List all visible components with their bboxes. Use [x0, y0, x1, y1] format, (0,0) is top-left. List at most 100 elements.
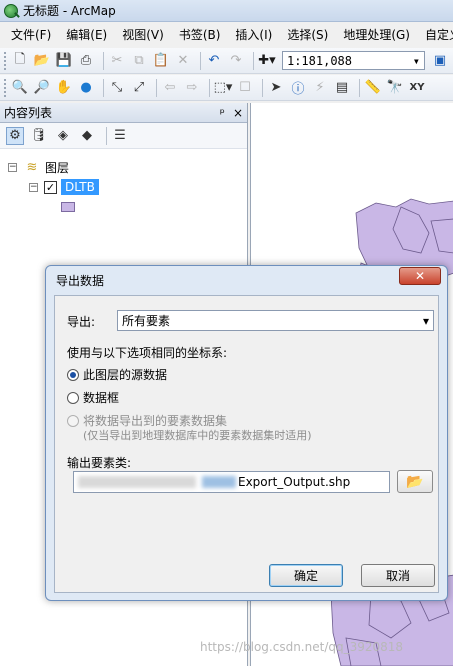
find-icon[interactable]: 🔭 — [386, 79, 404, 97]
paste-icon[interactable]: 📋 — [152, 52, 170, 70]
export-select[interactable]: 所有要素 ▾ — [117, 310, 434, 331]
radio-source-data[interactable]: 此图层的源数据 — [67, 366, 167, 383]
toolbar-separator — [103, 78, 104, 97]
tools-toolbar: 🔍 🔎 ✋ ● ⤡ ⤢ ⇦ ⇨ ⬚▾ ☐ ➤ ⓘ ⚡ ▤ 📏 🔭 XY — [0, 75, 453, 101]
browse-button[interactable]: 📂 — [397, 470, 433, 493]
dialog-title-bar: 导出数据 ✕ — [46, 266, 447, 294]
tree-row-layers: − ≋ 图层 — [0, 157, 247, 177]
menu-view[interactable]: 视图(V) — [122, 26, 164, 43]
list-by-visibility-icon[interactable]: ◈ — [54, 127, 72, 145]
dialog-close-button[interactable]: ✕ — [399, 267, 441, 285]
zoom-in-icon[interactable]: 🔍 — [11, 79, 29, 97]
folder-icon: 📂 — [406, 473, 424, 490]
chevron-down-icon: ▾ — [422, 313, 429, 328]
new-document-icon[interactable]: 🗋 — [11, 52, 29, 70]
window-title: 无标题 - ArcMap — [23, 4, 116, 18]
radio-button[interactable] — [67, 368, 79, 381]
menu-geoprocessing[interactable]: 地理处理(G) — [343, 26, 410, 43]
radio-label: 数据框 — [83, 391, 120, 405]
pin-icon[interactable]: ᵖ — [220, 106, 225, 120]
toolbar-grip[interactable] — [4, 78, 7, 97]
fixed-zoom-in-icon[interactable]: ⤡ — [108, 79, 126, 97]
cancel-button[interactable]: 取消 — [361, 564, 435, 587]
tree-row-legend — [0, 197, 247, 217]
map-scale-value: 1:181,088 — [286, 53, 353, 68]
collapse-icon[interactable]: − — [8, 162, 17, 172]
back-extent-icon[interactable]: ⇦ — [161, 79, 179, 97]
cut-icon[interactable]: ✂ — [108, 52, 126, 70]
full-extent-icon[interactable]: ● — [77, 79, 95, 97]
toc-header: 内容列表 ᵖ × — [0, 103, 247, 123]
group-label[interactable]: 图层 — [45, 159, 69, 176]
undo-icon[interactable]: ↶ — [205, 52, 223, 70]
measure-icon[interactable]: 📏 — [364, 79, 382, 97]
editor-toolbar-icon[interactable]: ▣ — [431, 52, 449, 70]
delete-icon[interactable]: ✕ — [174, 52, 192, 70]
title-bar: 无标题 - ArcMap — [0, 0, 453, 22]
list-by-source-icon[interactable]: 🛢 — [30, 127, 48, 145]
menu-file[interactable]: 文件(F) — [11, 26, 51, 43]
legend-swatch[interactable] — [61, 202, 75, 212]
layer-visibility-checkbox[interactable]: ✓ — [44, 180, 57, 194]
blurred-path — [78, 476, 196, 488]
copy-icon[interactable]: ⧉ — [130, 52, 148, 70]
select-elements-icon[interactable]: ➤ — [267, 79, 285, 97]
go-to-xy-icon[interactable]: XY — [408, 79, 426, 97]
select-features-icon[interactable]: ⬚▾ — [214, 79, 233, 97]
menu-bookmarks[interactable]: 书签(B) — [179, 26, 221, 43]
chevron-down-icon: ▾ — [412, 53, 420, 68]
toc-toolbar: ⚙ 🛢 ◈ ◆ ☰ — [0, 123, 247, 149]
open-folder-icon[interactable]: 📂 — [33, 52, 51, 70]
map-scale-combo[interactable]: 1:181,088 ▾ — [281, 51, 425, 70]
standard-toolbar: 🗋 📂 💾 ⎙ ✂ ⧉ 📋 ✕ ↶ ↷ ✚▾ 1:181,088 ▾ ▣ — [0, 48, 453, 74]
print-icon[interactable]: ⎙ — [77, 52, 95, 70]
radio-data-frame[interactable]: 数据框 — [67, 389, 119, 406]
zoom-out-icon[interactable]: 🔎 — [33, 79, 51, 97]
identify-icon[interactable]: ⓘ — [289, 79, 307, 97]
toolbar-separator — [209, 78, 210, 97]
toolbar-separator — [359, 78, 360, 97]
clear-selection-icon[interactable]: ☐ — [236, 79, 254, 97]
toolbar-separator — [199, 51, 201, 70]
redo-icon[interactable]: ↷ — [227, 52, 245, 70]
list-by-drawing-order-icon[interactable]: ⚙ — [6, 126, 24, 145]
toolbar-separator — [106, 126, 107, 145]
blurred-path — [202, 476, 236, 488]
output-path-input[interactable]: Export_Output.shp — [73, 471, 390, 493]
tree-row-dltb: − ✓ DLTB — [0, 177, 247, 197]
toolbar-separator — [102, 51, 104, 70]
toolbar-grip[interactable] — [4, 51, 7, 70]
close-icon[interactable]: × — [233, 106, 243, 120]
ok-button[interactable]: 确定 — [269, 564, 343, 587]
save-icon[interactable]: 💾 — [55, 52, 73, 70]
menu-insert[interactable]: 插入(I) — [235, 26, 272, 43]
export-label: 导出: — [67, 315, 96, 329]
menu-edit[interactable]: 编辑(E) — [66, 26, 107, 43]
pan-icon[interactable]: ✋ — [55, 79, 73, 97]
toolbar-separator — [252, 51, 254, 70]
export-select-value: 所有要素 — [122, 314, 171, 328]
forward-extent-icon[interactable]: ⇨ — [183, 79, 201, 97]
layer-tree: − ≋ 图层 − ✓ DLTB — [0, 149, 247, 217]
dialog-title: 导出数据 — [56, 273, 105, 288]
output-label: 输出要素类: — [67, 456, 132, 470]
collapse-icon[interactable]: − — [29, 182, 38, 192]
radio-label: 此图层的源数据 — [83, 368, 168, 382]
menu-select[interactable]: 选择(S) — [287, 26, 328, 43]
html-popup-icon[interactable]: ▤ — [333, 79, 351, 97]
add-data-icon[interactable]: ✚▾ — [258, 52, 276, 70]
menu-customize[interactable]: 自定义 — [425, 26, 453, 43]
layer-label[interactable]: DLTB — [61, 179, 99, 195]
arcmap-icon — [4, 3, 18, 18]
options-icon[interactable]: ☰ — [111, 127, 129, 145]
hyperlink-icon[interactable]: ⚡ — [311, 79, 329, 97]
radio-button[interactable] — [67, 391, 79, 404]
radio-button — [67, 414, 79, 427]
list-by-selection-icon[interactable]: ◆ — [78, 127, 96, 145]
toc-title: 内容列表 — [4, 106, 53, 120]
fixed-zoom-out-icon[interactable]: ⤢ — [130, 79, 148, 97]
coord-system-label: 使用与以下选项相同的坐标系: — [67, 346, 228, 360]
output-path-value: Export_Output.shp — [238, 475, 351, 489]
layers-group-icon: ≋ — [26, 159, 38, 175]
export-data-dialog: 导出数据 ✕ 导出: 所有要素 ▾ 使用与以下选项相同的坐标系: 此图层的源数据… — [45, 265, 448, 601]
